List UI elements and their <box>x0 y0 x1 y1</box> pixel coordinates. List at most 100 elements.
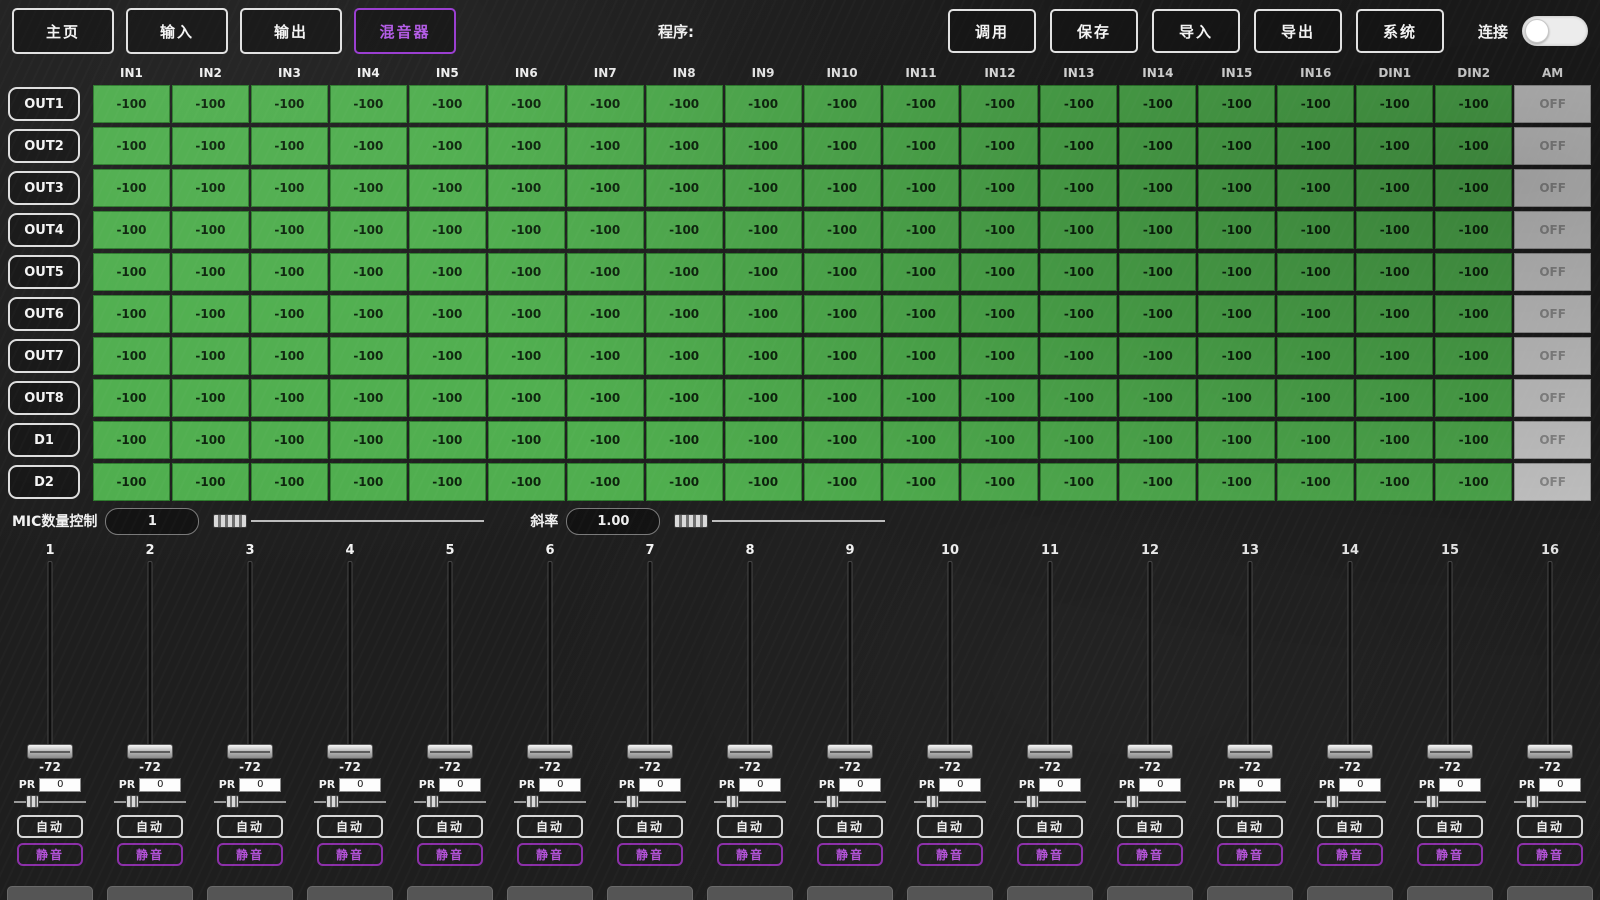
matrix-cell[interactable]: -100 <box>1435 169 1512 207</box>
matrix-cell[interactable]: -100 <box>646 295 723 333</box>
matrix-cell[interactable]: -100 <box>725 421 802 459</box>
matrix-cell[interactable]: -100 <box>567 169 644 207</box>
matrix-cell[interactable]: -100 <box>1435 379 1512 417</box>
matrix-cell[interactable]: -100 <box>1435 295 1512 333</box>
auto-button[interactable]: 自动 <box>117 815 183 838</box>
pr-input[interactable]: 0 <box>139 778 181 792</box>
matrix-cell[interactable]: -100 <box>1040 379 1117 417</box>
matrix-cell[interactable]: -100 <box>725 211 802 249</box>
matrix-cell[interactable]: -100 <box>409 211 486 249</box>
channel-mini-slider[interactable] <box>1114 795 1186 808</box>
matrix-cell[interactable]: -100 <box>1356 169 1433 207</box>
matrix-cell[interactable]: -100 <box>1119 127 1196 165</box>
matrix-cell[interactable]: -100 <box>646 421 723 459</box>
matrix-cell[interactable]: -100 <box>330 169 407 207</box>
matrix-cell[interactable]: -100 <box>1040 85 1117 123</box>
pr-input[interactable]: 0 <box>339 778 381 792</box>
matrix-cell[interactable]: -100 <box>330 253 407 291</box>
matrix-cell-am[interactable]: OFF <box>1514 463 1591 501</box>
matrix-cell[interactable]: -100 <box>646 169 723 207</box>
channel-mini-slider[interactable] <box>514 795 586 808</box>
mute-button[interactable]: 静音 <box>217 843 283 866</box>
matrix-cell[interactable]: -100 <box>172 127 249 165</box>
auto-button[interactable]: 自动 <box>1517 815 1583 838</box>
auto-button[interactable]: 自动 <box>817 815 883 838</box>
matrix-cell[interactable]: -100 <box>330 421 407 459</box>
matrix-cell[interactable]: -100 <box>1119 253 1196 291</box>
fader-track[interactable] <box>1448 561 1453 759</box>
pr-input[interactable]: 0 <box>1139 778 1181 792</box>
matrix-cell[interactable]: -100 <box>251 463 328 501</box>
matrix-cell-am[interactable]: OFF <box>1514 169 1591 207</box>
matrix-cell[interactable]: -100 <box>172 211 249 249</box>
matrix-cell[interactable]: -100 <box>1277 379 1354 417</box>
matrix-cell[interactable]: -100 <box>961 127 1038 165</box>
matrix-cell[interactable]: -100 <box>804 295 881 333</box>
matrix-cell[interactable]: -100 <box>409 169 486 207</box>
mute-button[interactable]: 静音 <box>417 843 483 866</box>
pr-input[interactable]: 0 <box>639 778 681 792</box>
matrix-cell[interactable]: -100 <box>93 211 170 249</box>
fader-handle[interactable] <box>227 744 273 759</box>
matrix-cell[interactable]: -100 <box>1356 421 1433 459</box>
export-button[interactable]: 导出 <box>1254 9 1342 53</box>
matrix-cell[interactable]: -100 <box>883 169 960 207</box>
channel-mini-slider[interactable] <box>714 795 786 808</box>
matrix-cell[interactable]: -100 <box>251 211 328 249</box>
channel-mini-slider[interactable] <box>1314 795 1386 808</box>
matrix-cell[interactable]: -100 <box>93 295 170 333</box>
pr-input[interactable]: 0 <box>1039 778 1081 792</box>
pr-input[interactable]: 0 <box>1239 778 1281 792</box>
fader-track[interactable] <box>148 561 153 759</box>
matrix-row-label[interactable]: OUT6 <box>8 297 80 331</box>
matrix-cell[interactable]: -100 <box>961 253 1038 291</box>
matrix-cell[interactable]: -100 <box>409 379 486 417</box>
matrix-cell[interactable]: -100 <box>1277 421 1354 459</box>
matrix-cell[interactable]: -100 <box>1435 127 1512 165</box>
matrix-cell[interactable]: -100 <box>804 85 881 123</box>
matrix-row-label[interactable]: D2 <box>8 465 80 499</box>
channel-mini-slider-handle[interactable] <box>726 795 739 808</box>
auto-button[interactable]: 自动 <box>1417 815 1483 838</box>
pr-input[interactable]: 0 <box>739 778 781 792</box>
matrix-cell[interactable]: -100 <box>1277 169 1354 207</box>
matrix-cell[interactable]: -100 <box>1119 295 1196 333</box>
matrix-cell[interactable]: -100 <box>1356 211 1433 249</box>
matrix-row-label[interactable]: OUT2 <box>8 129 80 163</box>
matrix-cell[interactable]: -100 <box>1119 463 1196 501</box>
mute-button[interactable]: 静音 <box>1017 843 1083 866</box>
channel-mini-slider-handle[interactable] <box>526 795 539 808</box>
auto-button[interactable]: 自动 <box>917 815 983 838</box>
matrix-cell-am[interactable]: OFF <box>1514 127 1591 165</box>
matrix-cell[interactable]: -100 <box>961 463 1038 501</box>
matrix-cell[interactable]: -100 <box>883 253 960 291</box>
fader-handle[interactable] <box>827 744 873 759</box>
matrix-cell[interactable]: -100 <box>1198 127 1275 165</box>
matrix-cell[interactable]: -100 <box>93 253 170 291</box>
matrix-cell[interactable]: -100 <box>330 463 407 501</box>
matrix-cell[interactable]: -100 <box>409 421 486 459</box>
fader-track[interactable] <box>248 561 253 759</box>
matrix-cell[interactable]: -100 <box>1277 127 1354 165</box>
slope-input[interactable]: 1.00 <box>566 508 660 535</box>
matrix-cell[interactable]: -100 <box>1119 169 1196 207</box>
matrix-cell[interactable]: -100 <box>804 169 881 207</box>
channel-mini-slider-handle[interactable] <box>626 795 639 808</box>
mute-button[interactable]: 静音 <box>317 843 383 866</box>
matrix-cell[interactable]: -100 <box>646 127 723 165</box>
pr-input[interactable]: 0 <box>839 778 881 792</box>
matrix-cell[interactable]: -100 <box>409 253 486 291</box>
fader-track[interactable] <box>1048 561 1053 759</box>
matrix-cell[interactable]: -100 <box>883 127 960 165</box>
mute-button[interactable]: 静音 <box>617 843 683 866</box>
matrix-cell[interactable]: -100 <box>1198 211 1275 249</box>
matrix-cell[interactable]: -100 <box>646 253 723 291</box>
matrix-cell[interactable]: -100 <box>1198 463 1275 501</box>
auto-button[interactable]: 自动 <box>1117 815 1183 838</box>
matrix-cell[interactable]: -100 <box>409 127 486 165</box>
matrix-cell[interactable]: -100 <box>961 379 1038 417</box>
matrix-cell[interactable]: -100 <box>488 295 565 333</box>
matrix-cell-am[interactable]: OFF <box>1514 253 1591 291</box>
auto-button[interactable]: 自动 <box>1017 815 1083 838</box>
channel-mini-slider[interactable] <box>914 795 986 808</box>
